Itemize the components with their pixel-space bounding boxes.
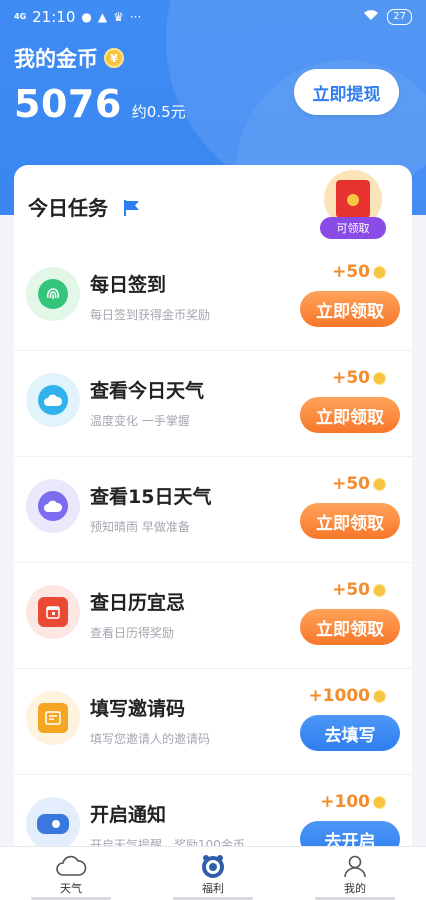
daily-tasks-card: 今日任务 可领取 每日签到 每日签到获得金币奖励 +50 立即领取 查看今日天气… — [14, 165, 412, 865]
crown-icon: ♛ — [113, 10, 124, 24]
nav-item-weather[interactable]: 天气 — [0, 847, 142, 900]
task-name: 查日历宜忌 — [90, 592, 186, 614]
coin-title-row: 我的金币 ¥ — [14, 43, 124, 73]
welfare-icon — [196, 853, 230, 879]
cloud-purple-icon — [26, 479, 80, 533]
claim-button[interactable]: 立即领取 — [300, 609, 400, 645]
withdraw-button[interactable]: 立即提现 — [294, 69, 399, 115]
task-name: 每日签到 — [90, 274, 167, 296]
section-title: 今日任务 — [28, 196, 108, 220]
person-icon — [338, 853, 372, 879]
task-name: 查看15日天气 — [90, 486, 212, 508]
coin-value-approx: 约0.5元 — [131, 103, 186, 121]
reward-amount: +50 — [332, 368, 370, 388]
claim-button[interactable]: 立即领取 — [300, 503, 400, 539]
task-desc: 预知晴雨 早做准备 — [90, 520, 190, 534]
task-row-15day-weather: 查看15日天气 预知晴雨 早做准备 +50 立即领取 — [14, 457, 412, 563]
status-bar: 4G 21:10 ● ▲ ♛ ··· 27 — [0, 0, 426, 34]
tasks-title-row: 今日任务 — [28, 192, 142, 221]
more-icon: ··· — [129, 10, 142, 24]
bottom-nav: 天气 福利 我的 — [0, 846, 426, 900]
nav-label: 我的 — [344, 882, 366, 895]
coin-icon — [373, 371, 386, 385]
coin-balance: 5076 — [14, 82, 122, 126]
coin-icon — [373, 477, 386, 491]
task-desc: 查看日历得奖励 — [90, 626, 175, 640]
task-desc: 温度变化 一手掌握 — [90, 414, 190, 428]
task-row-calendar: 查日历宜忌 查看日历得奖励 +50 立即领取 — [14, 563, 412, 669]
task-name: 查看今日天气 — [90, 380, 205, 402]
task-reward: +100 — [320, 792, 386, 812]
redpack-label: 可领取 — [320, 217, 386, 239]
cloud-outline-icon — [54, 853, 88, 879]
task-desc: 每日签到获得金币奖励 — [90, 308, 211, 322]
task-row-invite-code: 填写邀请码 填写您邀请人的邀请码 +1000 去填写 — [14, 669, 412, 775]
nav-item-mine[interactable]: 我的 — [284, 847, 426, 900]
reward-amount: +100 — [320, 792, 370, 812]
coin-icon — [373, 265, 386, 279]
claim-button[interactable]: 立即领取 — [300, 397, 400, 433]
task-desc: 填写您邀请人的邀请码 — [90, 732, 211, 746]
coin-icon — [373, 795, 386, 809]
toggle-icon — [26, 797, 80, 851]
battery-indicator: 27 — [387, 9, 412, 25]
reward-amount: +1000 — [308, 686, 370, 706]
task-row-checkin: 每日签到 每日签到获得金币奖励 +50 立即领取 — [14, 245, 412, 351]
nav-label: 福利 — [202, 882, 224, 895]
task-row-today-weather: 查看今日天气 温度变化 一手掌握 +50 立即领取 — [14, 351, 412, 457]
task-reward: +1000 — [308, 686, 386, 706]
network-indicator: 4G — [14, 12, 27, 21]
reward-amount: +50 — [332, 262, 370, 282]
coin-icon: ¥ — [104, 48, 124, 68]
task-reward: +50 — [332, 474, 386, 494]
status-time: 21:10 — [32, 8, 76, 26]
fill-invite-button[interactable]: 去填写 — [300, 715, 400, 751]
red-envelope-icon — [336, 180, 370, 218]
wechat-icon: ● — [81, 10, 92, 24]
envelope-icon — [26, 691, 80, 745]
cloud-icon — [26, 373, 80, 427]
reward-amount: +50 — [332, 580, 370, 600]
bell-icon: ▲ — [97, 10, 108, 24]
calendar-icon — [26, 585, 80, 639]
task-reward: +50 — [332, 262, 386, 282]
redpack-reward[interactable]: 可领取 — [318, 170, 388, 240]
coin-icon — [373, 689, 386, 703]
task-name: 开启通知 — [90, 804, 167, 826]
fingerprint-icon — [26, 267, 80, 321]
nav-item-welfare[interactable]: 福利 — [142, 847, 284, 900]
task-reward: +50 — [332, 580, 386, 600]
coin-amount-row: 5076 约0.5元 — [14, 82, 186, 126]
task-name: 填写邀请码 — [90, 698, 186, 720]
reward-amount: +50 — [332, 474, 370, 494]
tasks-header: 今日任务 可领取 — [14, 165, 412, 245]
nav-label: 天气 — [60, 882, 82, 895]
coin-icon — [373, 583, 386, 597]
flag-icon — [122, 198, 142, 216]
page-title: 我的金币 — [14, 47, 98, 71]
claim-button[interactable]: 立即领取 — [300, 291, 400, 327]
wifi-icon — [363, 9, 379, 25]
task-reward: +50 — [332, 368, 386, 388]
